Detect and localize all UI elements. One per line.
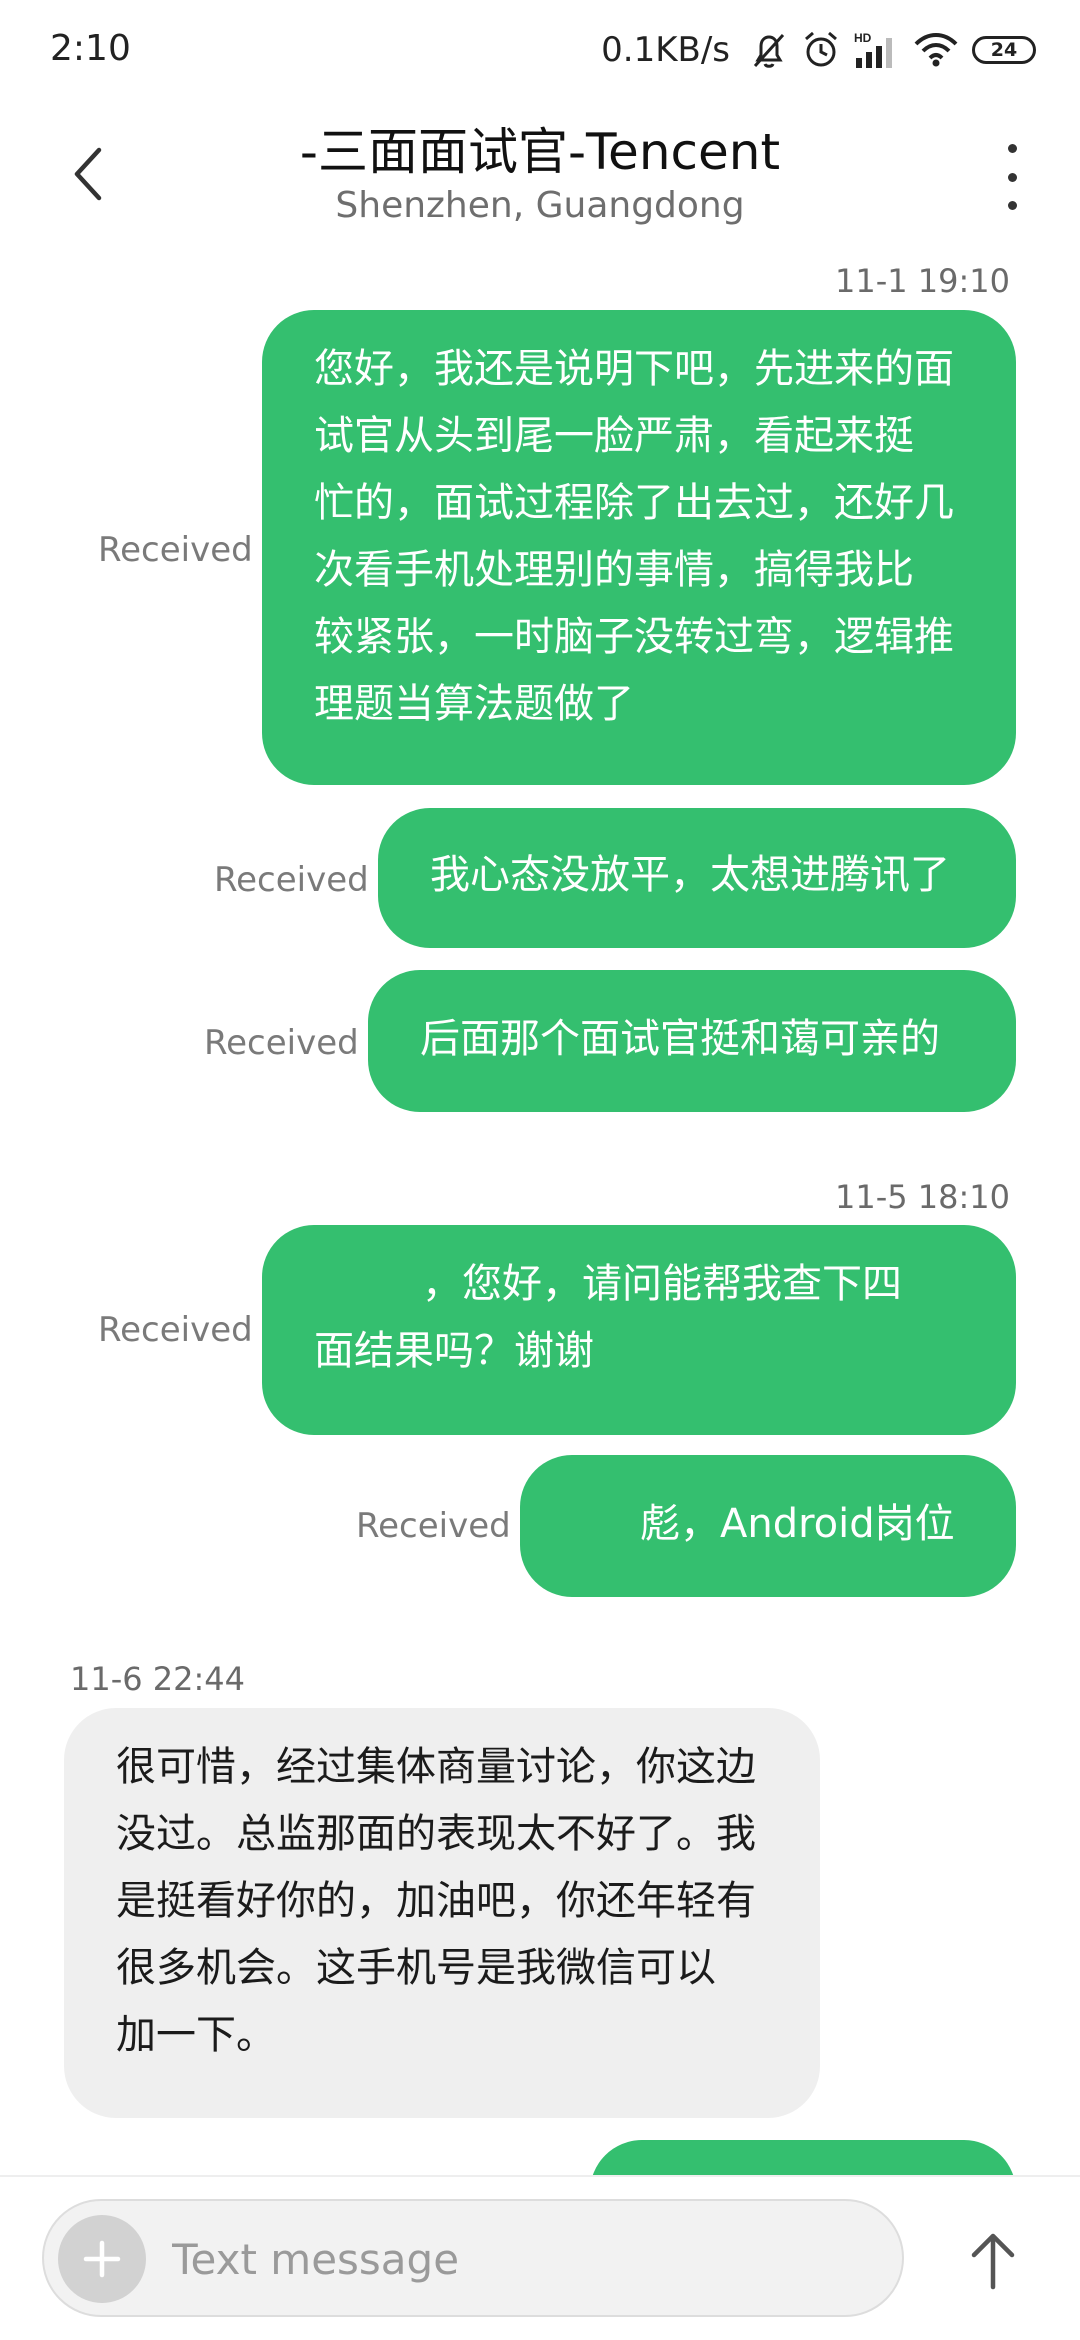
message-text-line: 忙的，面试过程除了出去过，还好几 xyxy=(314,480,954,526)
timestamp: 11-6 22:44 xyxy=(70,1660,246,1698)
delivery-status: Received xyxy=(98,530,253,570)
message-text-line: 试官从头到尾一脸严肃，看起来挺 xyxy=(314,413,914,459)
battery-icon: 24 xyxy=(972,36,1036,64)
timestamp: 11-5 18:10 xyxy=(834,1178,1010,1216)
message-bubble-outgoing[interactable]: 彪，Android岗位 xyxy=(520,1455,1016,1597)
contact-name: -三面面试官-Tencent xyxy=(299,123,781,181)
status-icons: 0.1KB/s HD 24 xyxy=(601,24,1036,76)
timestamp: 11-1 19:10 xyxy=(834,262,1010,300)
message-text-line: 较紧张，一时脑子没转过弯，逻辑推 xyxy=(314,614,954,660)
hd-signal-icon: HD xyxy=(854,30,900,70)
mute-bell-icon xyxy=(750,30,788,70)
delivery-status: Received xyxy=(214,860,369,900)
plus-icon xyxy=(83,2240,121,2278)
delivery-status: Received xyxy=(98,1310,253,1350)
message-bubble-outgoing[interactable]: 后面那个面试官挺和蔼可亲的 xyxy=(368,970,1016,1112)
alarm-icon xyxy=(802,30,840,70)
message-bubble-incoming[interactable]: 很可惜，经过集体商量讨论，你这边 没过。总监那面的表现太不好了。我 是挺看好你的… xyxy=(64,1708,820,2118)
message-bubble-outgoing[interactable]: 您好，我还是说明下吧，先进来的面 试官从头到尾一脸严肃，看起来挺 忙的，面试过程… xyxy=(262,310,1016,785)
wifi-icon xyxy=(914,32,958,68)
message-text-line: 面结果吗？谢谢 xyxy=(314,1328,594,1374)
message-input[interactable] xyxy=(172,2227,872,2291)
message-text-line: 理题当算法题做了 xyxy=(314,681,634,727)
message-text-line: 没过。总监那面的表现太不好了。我 xyxy=(116,1811,756,1857)
message-text: 彪，Android岗位 xyxy=(640,1501,955,1547)
message-composer xyxy=(0,2175,1080,2340)
message-text-line: 很可惜，经过集体商量讨论，你这边 xyxy=(116,1744,756,1790)
network-speed: 0.1KB/s xyxy=(601,30,730,70)
more-options-button[interactable] xyxy=(992,144,1032,210)
back-button[interactable] xyxy=(58,144,118,204)
arrow-up-icon xyxy=(971,2233,1015,2290)
chevron-left-icon xyxy=(74,147,102,201)
send-button[interactable] xyxy=(958,2221,1028,2301)
message-text-line: 您好，我还是说明下吧，先进来的面 xyxy=(314,346,954,392)
contact-location: Shenzhen, Guangdong xyxy=(335,185,745,226)
message-bubble-outgoing[interactable]: ，您好，请问能帮我查下四 面结果吗？谢谢 xyxy=(262,1225,1016,1435)
attach-button[interactable] xyxy=(58,2215,146,2303)
contact-info[interactable]: -三面面试官-Tencent Shenzhen, Guangdong xyxy=(200,122,880,228)
message-text: 后面那个面试官挺和蔼可亲的 xyxy=(420,1016,940,1062)
message-text-line: ，您好，请问能帮我查下四 xyxy=(422,1261,902,1307)
more-vertical-icon xyxy=(1007,144,1017,153)
message-text-line: 很多机会。这手机号是我微信可以 xyxy=(116,1945,716,1991)
message-bubble-outgoing[interactable] xyxy=(590,2140,1016,2175)
message-text-line: 次看手机处理别的事情，搞得我比 xyxy=(314,547,914,593)
svg-text:HD: HD xyxy=(854,31,872,45)
message-text-line: 是挺看好你的，加油吧，你还年轻有 xyxy=(116,1878,756,1924)
message-text: 我心态没放平，太想进腾讯了 xyxy=(430,852,950,898)
message-input-container[interactable] xyxy=(42,2199,904,2317)
delivery-status: Received xyxy=(356,1506,511,1546)
conversation-header: -三面面试官-Tencent Shenzhen, Guangdong xyxy=(0,100,1080,250)
delivery-status: Received xyxy=(204,1023,359,1063)
sms-conversation-screen: 2:10 0.1KB/s HD 24 -三面面试官-Tencent Shenzh… xyxy=(0,0,1080,2340)
message-text-line: 加一下。 xyxy=(116,2012,276,2058)
status-time: 2:10 xyxy=(50,28,131,69)
status-bar: 2:10 0.1KB/s HD 24 xyxy=(0,0,1080,100)
message-bubble-outgoing[interactable]: 我心态没放平，太想进腾讯了 xyxy=(378,808,1016,948)
message-list[interactable]: 11-1 19:10 Received 您好，我还是说明下吧，先进来的面 试官从… xyxy=(0,250,1080,2175)
